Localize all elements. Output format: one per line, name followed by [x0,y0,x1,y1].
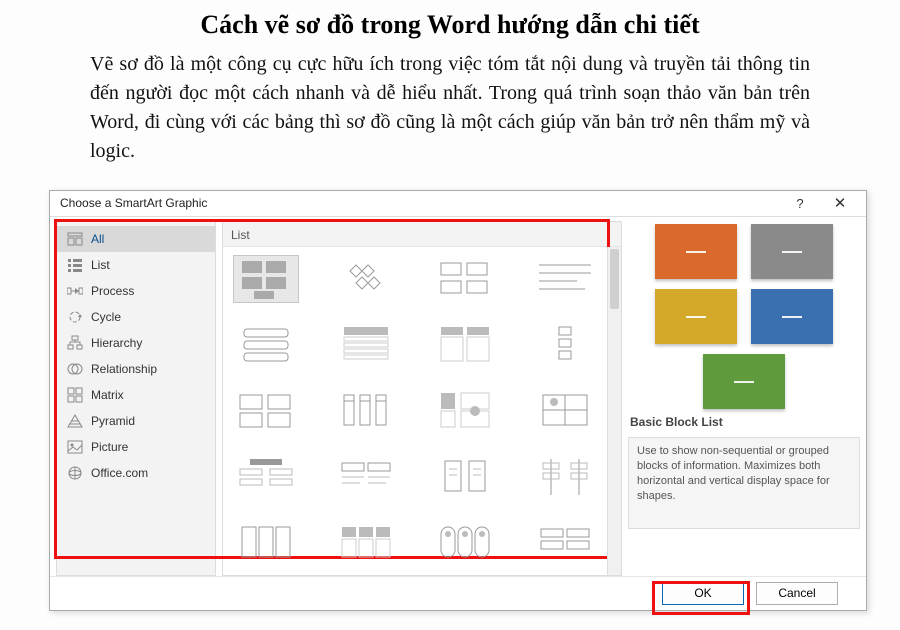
dialog-title: Choose a SmartArt Graphic [60,196,207,210]
sidebar-item-hierarchy[interactable]: Hierarchy [57,330,215,356]
gallery-scrollbar[interactable] [607,247,621,575]
gallery-thumb[interactable] [233,519,299,567]
sidebar-item-picture[interactable]: Picture [57,434,215,460]
sidebar-item-label: Picture [91,440,128,454]
help-button[interactable]: ? [780,196,820,211]
gallery-thumb[interactable] [432,321,498,369]
sidebar-item-label: Pyramid [91,414,135,428]
text-placeholder-icon [734,381,754,383]
sidebar-item-label: All [91,232,104,246]
text-placeholder-icon [782,316,802,318]
gallery-thumb[interactable] [432,453,498,501]
gallery-thumb[interactable] [333,387,399,435]
gallery-thumb[interactable] [432,387,498,435]
matrix-icon [67,387,83,403]
sidebar-item-list[interactable]: List [57,252,215,278]
sidebar-item-pyramid[interactable]: Pyramid [57,408,215,434]
gallery-thumb[interactable] [333,255,399,303]
gallery [223,247,621,575]
preview-block [655,289,737,344]
preview-block [655,224,737,279]
hierarchy-icon [67,335,83,351]
page-paragraph: Vẽ sơ đồ là một công cụ cực hữu ích tron… [90,50,810,166]
office-icon [67,465,83,481]
relationship-icon [67,361,83,377]
sidebar-item-label: Hierarchy [91,336,142,350]
preview-title: Basic Block List [628,415,860,429]
picture-icon [67,439,83,455]
close-button[interactable]: ✕ [820,194,860,212]
text-placeholder-icon [782,251,802,253]
sidebar-item-process[interactable]: Process [57,278,215,304]
titlebar: Choose a SmartArt Graphic ? ✕ [50,191,866,217]
preview-block [703,354,785,409]
page-title: Cách vẽ sơ đồ trong Word hướng dẫn chi t… [90,10,810,40]
gallery-panel: List [222,221,622,576]
gallery-thumb[interactable] [532,255,598,303]
sidebar-item-matrix[interactable]: Matrix [57,382,215,408]
sidebar-item-all[interactable]: All [57,226,215,252]
gallery-thumb[interactable] [432,519,498,567]
gallery-thumb[interactable] [233,321,299,369]
gallery-thumb[interactable] [532,321,598,369]
gallery-thumb[interactable] [233,255,299,303]
sidebar-item-relationship[interactable]: Relationship [57,356,215,382]
category-sidebar: All List Process Cycle Hierarchy Relationship… [56,221,216,576]
all-icon [67,231,83,247]
sidebar-item-label: Process [91,284,134,298]
preview-pane: Basic Block List Use to show non-sequent… [628,221,860,576]
gallery-thumb[interactable] [532,453,598,501]
gallery-thumb[interactable] [333,321,399,369]
gallery-thumb[interactable] [333,453,399,501]
sidebar-item-label: List [91,258,110,272]
process-icon [67,283,83,299]
preview-block [751,289,833,344]
text-placeholder-icon [686,316,706,318]
dialog-footer: OK Cancel [50,576,866,610]
scrollbar-thumb[interactable] [610,249,619,309]
gallery-thumb[interactable] [333,519,399,567]
cycle-icon [67,309,83,325]
gallery-thumb[interactable] [532,387,598,435]
gallery-thumb[interactable] [532,519,598,567]
sidebar-item-label: Office.com [91,466,148,480]
cancel-button[interactable]: Cancel [756,582,838,605]
smartart-dialog: Choose a SmartArt Graphic ? ✕ All List Pro… [49,190,867,611]
text-placeholder-icon [686,251,706,253]
sidebar-item-label: Relationship [91,362,157,376]
sidebar-item-label: Cycle [91,310,121,324]
ok-button[interactable]: OK [662,582,744,605]
list-icon [67,257,83,273]
sidebar-item-cycle[interactable]: Cycle [57,304,215,330]
gallery-thumb[interactable] [233,387,299,435]
sidebar-item-label: Matrix [91,388,124,402]
preview-description: Use to show non-sequential or grouped bl… [628,437,860,529]
gallery-thumb[interactable] [233,453,299,501]
gallery-header: List [223,222,621,247]
preview-canvas [628,227,860,407]
pyramid-icon [67,413,83,429]
preview-block [751,224,833,279]
gallery-thumb[interactable] [432,255,498,303]
sidebar-item-office-com[interactable]: Office.com [57,460,215,486]
